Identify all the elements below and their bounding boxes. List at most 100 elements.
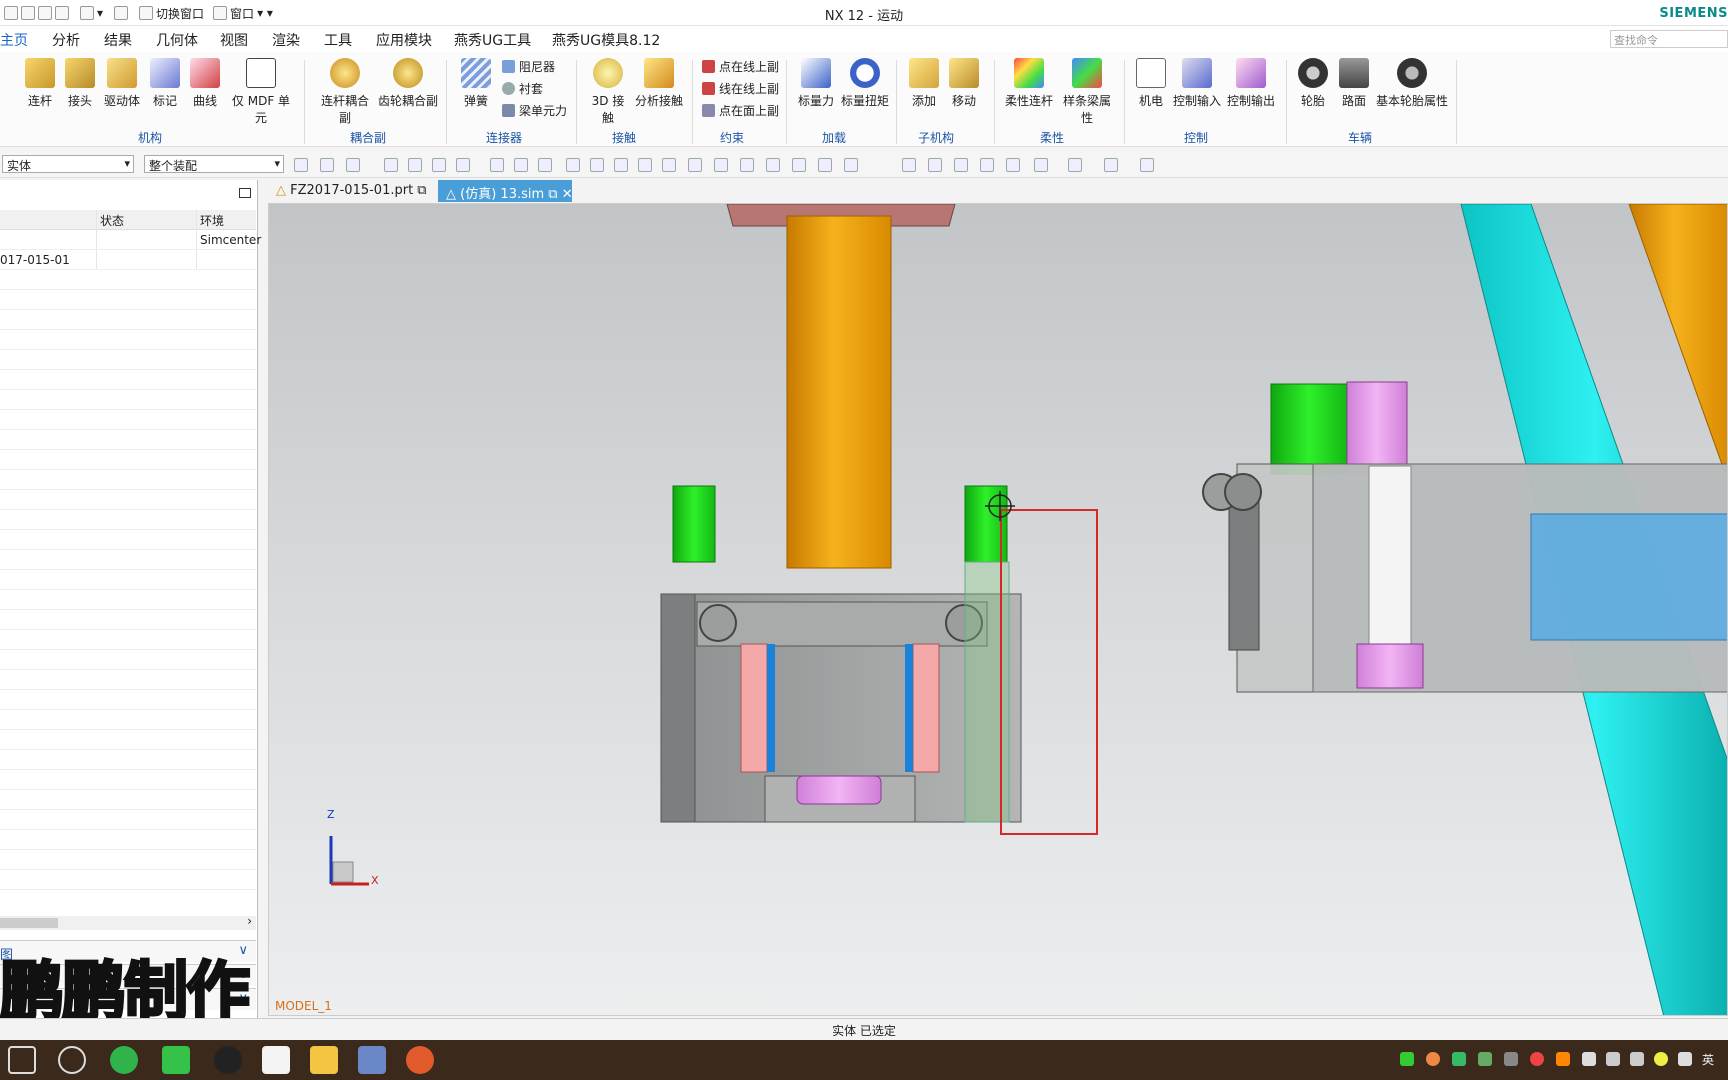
scrollbar-thumb[interactable] [0,918,58,928]
solid-icon[interactable] [514,158,528,172]
input-language-indicator[interactable]: 英 [1702,1051,1714,1068]
scalar-torque-button[interactable]: 标量扭矩 [840,58,890,109]
speaker-icon[interactable] [1630,1052,1644,1066]
white-pin[interactable] [1368,465,1412,647]
lasso-icon[interactable] [408,158,422,172]
column-header-status[interactable]: 状态 [96,210,196,230]
scalar-force-button[interactable]: 标量力 [796,58,836,109]
move-icon[interactable] [538,158,552,172]
menu-yanxiu-ug-tools[interactable]: 燕秀UG工具 [454,30,531,50]
chevron-right-icon[interactable]: › [247,914,252,928]
curve-on-curve-button[interactable]: 线在线上副 [702,80,779,97]
horizontal-scrollbar[interactable]: › [0,914,256,930]
battery-icon[interactable] [1400,1052,1414,1066]
flexible-link-button[interactable]: 柔性连杆 [1002,58,1056,109]
wechat-icon[interactable] [162,1046,190,1074]
tray-app-icon[interactable] [1556,1052,1570,1066]
green-block-right[interactable] [1270,383,1348,475]
app-icon[interactable] [262,1046,290,1074]
menu-yanxiu-ug-mold[interactable]: 燕秀UG模具8.12 [552,30,660,50]
tire-button[interactable]: 轮胎 [1296,58,1330,109]
magenta-pin[interactable] [796,775,882,805]
bushing-button[interactable]: 衬套 [502,80,543,97]
menu-home[interactable]: 主页 [0,30,28,54]
select-body-icon[interactable] [456,158,470,172]
type-filter-select[interactable]: 实体 [2,155,134,173]
guide-post-left[interactable] [672,485,716,563]
rectangle-select-icon[interactable] [432,158,446,172]
driver-button[interactable]: 驱动体 [102,58,142,109]
task-view-icon[interactable] [8,1046,36,1074]
control-output-button[interactable]: 控制输出 [1226,58,1276,109]
analysis-contact-button[interactable]: 分析接触 [634,58,684,109]
wave-icon[interactable] [662,158,676,172]
shield-icon[interactable] [1452,1052,1466,1066]
point-on-surface-button[interactable]: 点在面上副 [702,102,779,119]
circle-icon[interactable] [714,158,728,172]
tab-sim-file[interactable]: △ (仿真) 13.sim ⧉ ✕ [438,180,573,202]
menu-tools[interactable]: 工具 [324,30,352,50]
add-submechanism-button[interactable]: 添加 [906,58,942,109]
damper-button[interactable]: 阻尼器 [502,58,555,75]
view-fit-icon[interactable] [902,158,916,172]
intersection-icon[interactable] [688,158,702,172]
column-header-environment[interactable]: 环境 [196,210,256,230]
cube-icon[interactable] [490,158,504,172]
line-icon[interactable] [590,158,604,172]
table-row[interactable]: 017-015-01 [0,250,256,270]
command-search-input[interactable]: 查找命令 [1610,30,1728,48]
orient-view-icon[interactable] [1006,158,1020,172]
surface-icon[interactable] [818,158,832,172]
maximize-icon[interactable] [239,188,251,198]
mdf-unit-button[interactable]: 仅 MDF 单元 [226,58,296,126]
nvidia-icon[interactable] [1478,1052,1492,1066]
3d-contact-button[interactable]: 3D 接触 [586,58,630,126]
shaded-icon[interactable] [1104,158,1118,172]
point-on-curve-button[interactable]: 点在线上副 [702,58,779,75]
plus-icon[interactable] [766,158,780,172]
menu-render[interactable]: 渲染 [272,30,300,50]
curve-icon[interactable] [614,158,628,172]
pan-icon[interactable] [980,158,994,172]
basic-tire-property-button[interactable]: 基本轮胎属性 [1376,58,1448,109]
pink-pad-left[interactable] [740,643,768,773]
main-cylinder[interactable] [786,215,892,569]
table-row[interactable]: Simcenter [0,230,261,250]
menu-results[interactable]: 结果 [104,30,132,50]
usb-icon[interactable] [1606,1052,1620,1066]
beam-force-button[interactable]: 梁单元力 [502,102,567,119]
menu-geometry[interactable]: 几何体 [156,30,198,50]
layer-icon[interactable] [1140,158,1154,172]
center-icon[interactable] [740,158,754,172]
curve-button[interactable]: 曲线 [188,58,222,109]
transparent-guide[interactable] [964,561,1010,823]
network-icon[interactable] [1504,1052,1518,1066]
tab-part-file[interactable]: △ FZ2017-015-01.prt ⧉ [268,180,436,202]
qq-icon[interactable] [214,1046,242,1074]
spline-beam-property-button[interactable]: 样条梁属性 [1058,58,1116,126]
nx-app-icon[interactable] [358,1046,386,1074]
file-explorer-icon[interactable] [310,1046,338,1074]
keyboard-icon[interactable] [1678,1052,1692,1066]
joint-button[interactable]: 接头 [62,58,98,109]
side-bracket[interactable] [1228,499,1260,651]
tray-app-icon[interactable] [1530,1052,1544,1066]
pink-pad-right[interactable] [912,643,940,773]
mechatronics-button[interactable]: 机电 [1134,58,1168,109]
close-icon[interactable]: ✕ [558,187,573,202]
gear-coupler-button[interactable]: 齿轮耦合副 [378,58,438,109]
selection-scope-select[interactable]: 整个装配 [144,155,284,173]
orange-rod[interactable] [1628,204,1728,484]
base-top-bar[interactable] [696,601,988,647]
tangent-icon[interactable] [792,158,806,172]
bolt-left[interactable] [699,604,737,642]
base-left-side[interactable] [660,593,696,823]
blue-strip-left[interactable] [767,644,775,772]
color-icon[interactable] [1068,158,1082,172]
pink-block-right[interactable] [1346,381,1408,475]
blue-window[interactable] [1530,513,1728,641]
select-icon[interactable] [320,158,334,172]
graphics-viewport[interactable]: Z X MODEL_1 [268,203,1728,1016]
tray-app-icon[interactable] [1582,1052,1596,1066]
point-snap-icon[interactable] [384,158,398,172]
